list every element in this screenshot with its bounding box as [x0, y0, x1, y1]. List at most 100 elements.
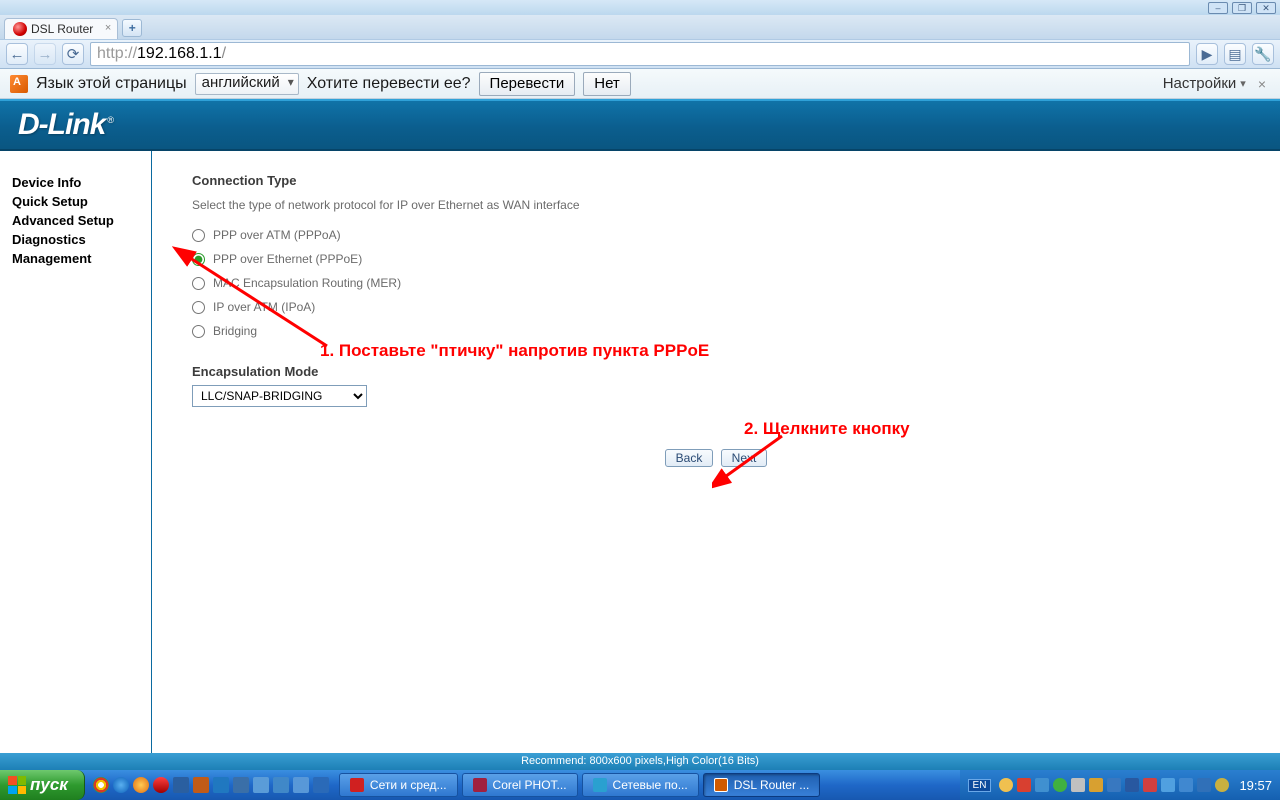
forward-button[interactable]: → [34, 43, 56, 65]
radio-pppoe-label: PPP over Ethernet (PPPoE) [213, 252, 362, 266]
minimize-button[interactable]: – [1208, 2, 1228, 14]
task-app-1-icon [350, 778, 364, 792]
system-tray: EN 19:57 [960, 770, 1280, 800]
radio-pppoe[interactable]: PPP over Ethernet (PPPoE) [192, 252, 1240, 266]
content-area: Connection Type Select the type of netwo… [152, 151, 1280, 753]
quick-launch [85, 777, 337, 793]
translate-settings-button[interactable]: Настройки [1163, 75, 1246, 92]
tray-icon-1[interactable] [999, 778, 1013, 792]
annotation-step-1: 1. Поставьте "птичку" напротив пункта PP… [320, 341, 709, 361]
page-menu-button[interactable]: ▤ [1224, 43, 1246, 65]
radio-pppoa[interactable]: PPP over ATM (PPPoA) [192, 228, 1240, 242]
task-app-2-icon [473, 778, 487, 792]
windows-logo-icon [8, 776, 26, 794]
task-app-3-icon [593, 778, 607, 792]
sidebar-item-device-info[interactable]: Device Info [12, 173, 151, 192]
radio-bridging-label: Bridging [213, 324, 257, 338]
dlink-logo: D-Link® [18, 108, 113, 142]
sidebar: Device Info Quick Setup Advanced Setup D… [0, 151, 152, 753]
tray-icon-5[interactable] [1071, 778, 1085, 792]
back-wizard-button[interactable]: Back [665, 449, 714, 467]
translate-icon [10, 75, 28, 93]
translate-question: Хотите перевести ее? [307, 75, 471, 93]
recommend-bar: Recommend: 800x600 pixels,High Color(16 … [0, 753, 1280, 770]
task-app-3[interactable]: Сетевые по... [582, 773, 699, 797]
tray-icon-9[interactable] [1143, 778, 1157, 792]
address-bar: ← → ⟳ http://192.168.1.1/ ▶ ▤ 🔧 [0, 39, 1280, 69]
url-path: / [222, 45, 226, 63]
tray-icon-10[interactable] [1161, 778, 1175, 792]
radio-mer-label: MAC Encapsulation Routing (MER) [213, 276, 401, 290]
browser-tab-active[interactable]: DSL Router × [4, 18, 118, 39]
tray-icon-8[interactable] [1125, 778, 1139, 792]
encapsulation-select[interactable]: LLC/SNAP-BRIDGING [192, 385, 367, 407]
browser-tab-strip: DSL Router × + [0, 15, 1280, 39]
task-app-2[interactable]: Corel PHOT... [462, 773, 578, 797]
task-app-4-label: DSL Router ... [734, 778, 810, 792]
radio-mer[interactable]: MAC Encapsulation Routing (MER) [192, 276, 1240, 290]
quick-app6-icon[interactable] [273, 777, 289, 793]
taskbar: пуск Сети и сред... Corel PHOT... Сетевы… [0, 770, 1280, 800]
url-input[interactable]: http://192.168.1.1/ [90, 42, 1190, 66]
clock[interactable]: 19:57 [1239, 778, 1272, 793]
quick-app3-icon[interactable] [213, 777, 229, 793]
back-button[interactable]: ← [6, 43, 28, 65]
quick-chrome-icon[interactable] [93, 777, 109, 793]
radio-bridging[interactable]: Bridging [192, 324, 1240, 338]
tab-close-icon[interactable]: × [105, 22, 111, 34]
sidebar-item-quick-setup[interactable]: Quick Setup [12, 192, 151, 211]
tray-icon-3[interactable] [1035, 778, 1049, 792]
radio-ipoa-label: IP over ATM (IPoA) [213, 300, 315, 314]
language-indicator[interactable]: EN [968, 779, 992, 792]
task-app-2-label: Corel PHOT... [493, 778, 567, 792]
translate-language-select[interactable]: английский [195, 73, 299, 95]
tray-icon-4[interactable] [1053, 778, 1067, 792]
annotation-step-2: 2. Щелкните кнопку [744, 419, 910, 439]
connection-type-desc: Select the type of network protocol for … [192, 198, 1240, 212]
quick-app5-icon[interactable] [253, 777, 269, 793]
next-wizard-button[interactable]: Next [721, 449, 768, 467]
quick-ie-icon[interactable] [113, 777, 129, 793]
reload-button[interactable]: ⟳ [62, 43, 84, 65]
dlink-banner: D-Link® [0, 99, 1280, 151]
task-app-4-icon [714, 778, 728, 792]
window-controls: – ❐ ✕ [0, 0, 1280, 15]
translate-close-icon[interactable]: × [1254, 76, 1270, 92]
url-protocol: http:// [97, 45, 137, 63]
task-app-4[interactable]: DSL Router ... [703, 773, 821, 797]
sidebar-item-advanced-setup[interactable]: Advanced Setup [12, 211, 151, 230]
url-host: 192.168.1.1 [137, 45, 222, 63]
tray-icon-13[interactable] [1215, 778, 1229, 792]
router-body: Device Info Quick Setup Advanced Setup D… [0, 151, 1280, 753]
play-button[interactable]: ▶ [1196, 43, 1218, 65]
quick-opera-icon[interactable] [153, 777, 169, 793]
close-window-button[interactable]: ✕ [1256, 2, 1276, 14]
start-button[interactable]: пуск [0, 770, 85, 800]
tray-icon-6[interactable] [1089, 778, 1103, 792]
quick-more-icon[interactable] [313, 777, 329, 793]
tray-icon-2[interactable] [1017, 778, 1031, 792]
tray-icon-7[interactable] [1107, 778, 1121, 792]
translate-bar: Язык этой страницы английский Хотите пер… [0, 69, 1280, 99]
translate-no-button[interactable]: Нет [583, 72, 631, 96]
quick-app1-icon[interactable] [173, 777, 189, 793]
quick-app4-icon[interactable] [233, 777, 249, 793]
sidebar-item-management[interactable]: Management [12, 249, 151, 268]
wrench-menu-button[interactable]: 🔧 [1252, 43, 1274, 65]
maximize-button[interactable]: ❐ [1232, 2, 1252, 14]
encapsulation-label: Encapsulation Mode [192, 364, 1240, 379]
sidebar-item-diagnostics[interactable]: Diagnostics [12, 230, 151, 249]
tray-icon-12[interactable] [1197, 778, 1211, 792]
new-tab-button[interactable]: + [122, 19, 142, 37]
task-app-3-label: Сетевые по... [613, 778, 688, 792]
quick-app7-icon[interactable] [293, 777, 309, 793]
router-favicon-icon [13, 22, 27, 36]
quick-app2-icon[interactable] [193, 777, 209, 793]
radio-ipoa[interactable]: IP over ATM (IPoA) [192, 300, 1240, 314]
tab-title: DSL Router [31, 22, 93, 36]
task-app-1[interactable]: Сети и сред... [339, 773, 458, 797]
tray-icon-11[interactable] [1179, 778, 1193, 792]
translate-prompt: Язык этой страницы [36, 75, 187, 93]
translate-button[interactable]: Перевести [479, 72, 576, 96]
quick-firefox-icon[interactable] [133, 777, 149, 793]
